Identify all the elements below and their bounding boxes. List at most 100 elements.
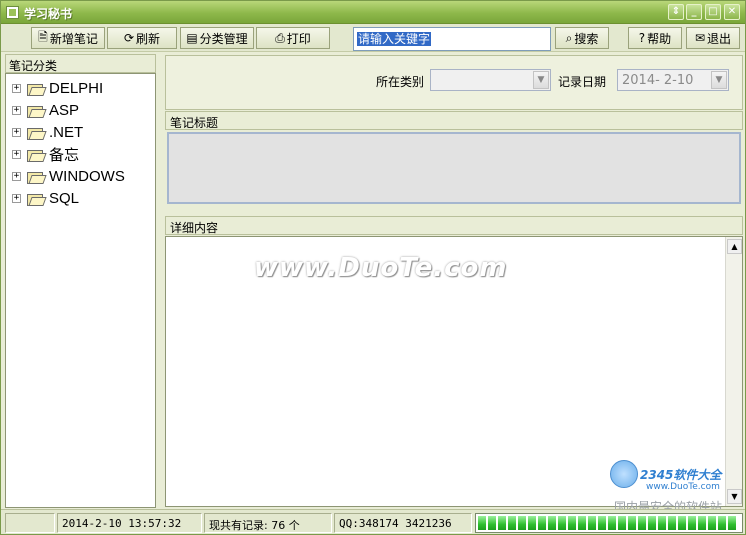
watermark: www.DuoTe.com	[254, 253, 508, 283]
new-note-button[interactable]: 🗎 新增笔记	[31, 27, 105, 49]
tree-item-label: .NET	[49, 123, 84, 141]
main-window: 学习秘书 ⇕ _ □ ✕ 🗎 新增笔记 ⟳ 刷新 ▤ 分类管理 ⎙ 打印 请输入…	[0, 0, 746, 535]
folder-icon	[27, 104, 43, 118]
exit-icon: ✉	[694, 31, 706, 45]
expand-icon[interactable]: +	[12, 127, 21, 137]
exit-button[interactable]: ✉ 退出	[686, 27, 740, 49]
tree-item-delphi[interactable]: + DELPHI	[12, 78, 103, 98]
note-title-header: 笔记标题	[165, 111, 743, 130]
progress-segment	[528, 516, 536, 530]
title-bar[interactable]: 学习秘书 ⇕ _ □ ✕	[1, 1, 745, 24]
progress-bar	[475, 513, 743, 533]
restore-icon[interactable]: ⇕	[668, 4, 684, 20]
scroll-up-icon[interactable]: ▲	[727, 239, 742, 254]
note-title-field[interactable]	[167, 132, 741, 204]
chevron-down-icon[interactable]: ▼	[711, 71, 727, 89]
refresh-button[interactable]: ⟳ 刷新	[107, 27, 177, 49]
progress-segment	[538, 516, 546, 530]
tree-item-label: DELPHI	[49, 79, 104, 97]
date-label: 记录日期	[558, 75, 607, 89]
print-button[interactable]: ⎙ 打印	[256, 27, 330, 49]
status-qq: QQ:348174 3421236	[334, 513, 472, 533]
expand-icon[interactable]: +	[12, 171, 21, 181]
progress-segment	[678, 516, 686, 530]
category-select[interactable]: ▼	[430, 69, 551, 91]
close-button[interactable]: ✕	[724, 4, 740, 20]
search-label: 搜索	[574, 31, 599, 46]
progress-segment	[718, 516, 726, 530]
progress-segment	[708, 516, 716, 530]
status-blank	[5, 513, 55, 533]
tree-item-memo[interactable]: + 备忘	[12, 144, 79, 164]
progress-segment	[638, 516, 646, 530]
progress-segment	[728, 516, 736, 530]
date-picker[interactable]: 2014- 2-10 ▼	[617, 69, 729, 91]
refresh-label: 刷新	[136, 31, 161, 46]
status-datetime: 2014-2-10 13:57:32	[57, 513, 202, 533]
category-manage-label: 分类管理	[199, 31, 248, 46]
progress-segment	[628, 516, 636, 530]
search-button[interactable]: ⌕ 搜索	[555, 27, 609, 49]
search-input[interactable]: 请输入关键字	[353, 27, 551, 51]
progress-segment	[478, 516, 486, 530]
minimize-button[interactable]: _	[686, 4, 702, 20]
brand-logo: 2345软件大全 www.DuoTe.com 国内最安全的软件站	[604, 456, 744, 516]
progress-segment	[658, 516, 666, 530]
category-label: 所在类别	[376, 75, 425, 89]
category-tree[interactable]: + DELPHI + ASP + .NET + 备忘 + WINDOWS + S…	[5, 73, 156, 508]
brand-url: www.DuoTe.com	[646, 482, 720, 492]
progress-segment	[668, 516, 676, 530]
filter-panel: 所在类别 ▼ 记录日期 2014- 2-10 ▼	[165, 55, 743, 110]
tree-item-windows[interactable]: + WINDOWS	[12, 166, 125, 186]
tree-item-dotnet[interactable]: + .NET	[12, 122, 83, 142]
progress-segment	[558, 516, 566, 530]
progress-segment	[548, 516, 556, 530]
progress-segment	[518, 516, 526, 530]
folder-icon	[27, 126, 43, 140]
progress-segment	[688, 516, 696, 530]
date-value: 2014- 2-10	[622, 73, 694, 88]
exit-label: 退出	[707, 31, 732, 46]
toolbar: 🗎 新增笔记 ⟳ 刷新 ▤ 分类管理 ⎙ 打印 请输入关键字 ⌕ 搜索 ? 帮助…	[1, 24, 745, 52]
window-title: 学习秘书	[24, 7, 73, 21]
tree-item-asp[interactable]: + ASP	[12, 100, 79, 120]
progress-segment	[508, 516, 516, 530]
maximize-button[interactable]: □	[705, 4, 721, 20]
expand-icon[interactable]: +	[12, 105, 21, 115]
progress-segment	[488, 516, 496, 530]
category-tree-header: 笔记分类	[5, 54, 156, 73]
category-icon: ▤	[186, 31, 198, 45]
folder-icon	[27, 82, 43, 96]
progress-segment	[618, 516, 626, 530]
tree-item-label: SQL	[49, 189, 80, 207]
progress-segment	[498, 516, 506, 530]
folder-icon	[27, 192, 43, 206]
help-button[interactable]: ? 帮助	[628, 27, 682, 49]
printer-icon: ⎙	[275, 30, 285, 45]
tree-item-label: WINDOWS	[49, 167, 125, 185]
chevron-down-icon[interactable]: ▼	[533, 71, 549, 89]
search-icon: ⌕	[565, 30, 573, 45]
expand-icon[interactable]: +	[12, 193, 21, 203]
brand-name: 2345软件大全	[640, 468, 722, 482]
folder-icon	[27, 148, 43, 162]
tree-item-label: ASP	[49, 101, 80, 119]
tree-item-label: 备忘	[49, 146, 80, 164]
new-note-label: 新增笔记	[49, 31, 98, 46]
expand-icon[interactable]: +	[12, 149, 21, 159]
status-bar: 2014-2-10 13:57:32 现共有记录: 76 个 QQ:348174…	[1, 509, 745, 534]
expand-icon[interactable]: +	[12, 83, 21, 93]
brand-mascot-icon	[610, 460, 638, 488]
status-record-count: 现共有记录: 76 个	[204, 513, 332, 533]
folder-icon	[27, 170, 43, 184]
category-manage-button[interactable]: ▤ 分类管理	[180, 27, 254, 49]
progress-segment	[568, 516, 576, 530]
progress-segment	[608, 516, 616, 530]
progress-segment	[648, 516, 656, 530]
progress-segment	[598, 516, 606, 530]
new-note-icon: 🗎	[38, 29, 48, 44]
print-label: 打印	[286, 31, 311, 46]
progress-segment	[578, 516, 586, 530]
help-icon: ?	[638, 31, 646, 45]
tree-item-sql[interactable]: + SQL	[12, 188, 79, 208]
